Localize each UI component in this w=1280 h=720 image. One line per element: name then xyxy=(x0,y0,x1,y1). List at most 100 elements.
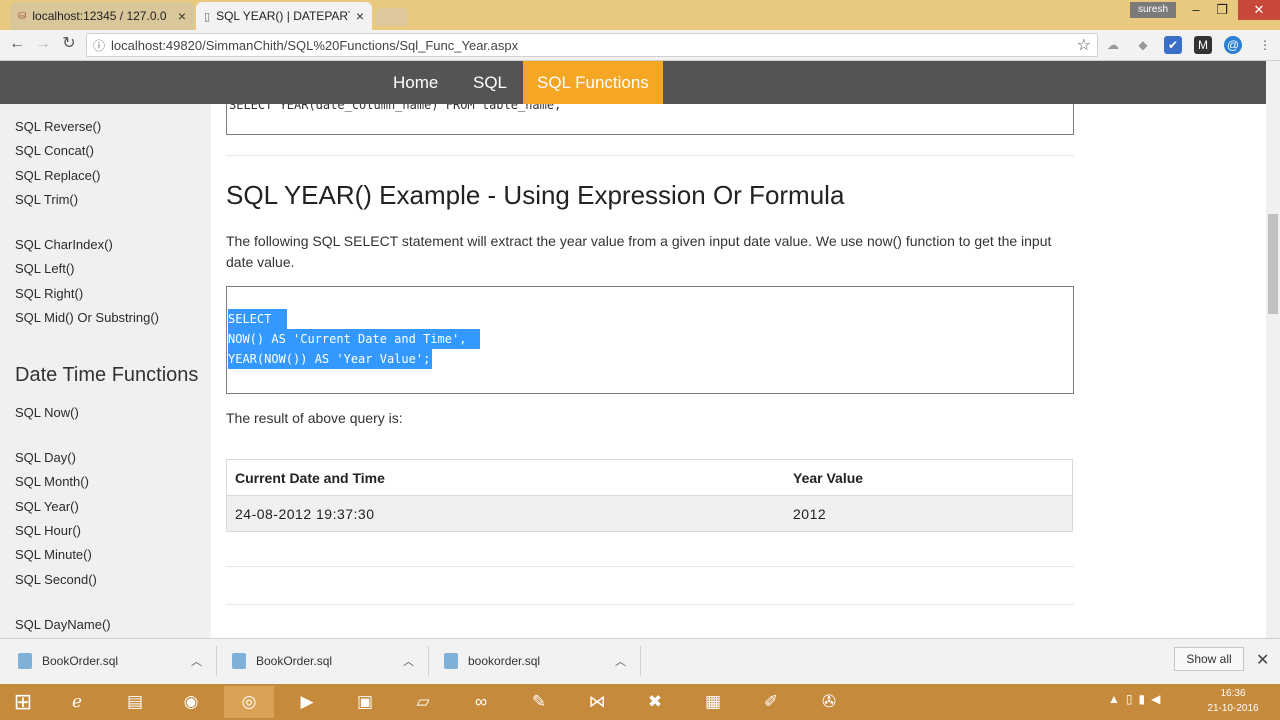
sidebar-link[interactable]: SQL CharIndex() xyxy=(15,237,113,252)
file-icon xyxy=(18,653,32,669)
tab-title: SQL YEAR() | DATEPART( xyxy=(216,9,350,23)
sidebar-link[interactable]: SQL Day() xyxy=(15,450,76,465)
download-item[interactable]: BookOrder.sql ︿ xyxy=(232,646,414,676)
download-filename: bookorder.sql xyxy=(468,654,541,668)
result-intro: The result of above query is: xyxy=(226,410,403,426)
code-line: YEAR(NOW()) AS 'Year Value'; xyxy=(228,349,433,369)
code-line: SELECT xyxy=(228,309,288,329)
firefox-icon[interactable]: ◉ xyxy=(166,686,216,718)
syntax-code-box: SELECT YEAR(date_column_name) FROM table… xyxy=(226,104,1074,135)
sidebar-link[interactable]: SQL Year() xyxy=(15,499,79,514)
table-row: 24-08-2012 19:37:30 2012 xyxy=(227,496,1072,531)
paint-icon[interactable]: ✐ xyxy=(746,686,796,718)
sidebar-link[interactable]: SQL DayName() xyxy=(15,617,111,632)
example-code-box[interactable]: SELECT NOW() AS 'Current Date and Time',… xyxy=(226,286,1074,394)
window-app-icon[interactable]: ▦ xyxy=(688,686,738,718)
scrollbar-thumb[interactable] xyxy=(1268,214,1278,314)
address-bar[interactable]: ⓘ localhost:49820/SimmanChith/SQL%20Func… xyxy=(86,33,1098,57)
extension-icon[interactable]: M xyxy=(1194,36,1212,54)
file-icon xyxy=(232,653,246,669)
page-icon: ▯ xyxy=(204,10,211,23)
divider xyxy=(216,646,217,676)
reload-icon[interactable]: ↻ xyxy=(58,33,80,55)
system-tray-icons[interactable]: ▲▯▮◀ xyxy=(1108,692,1166,706)
main-content: SELECT YEAR(date_column_name) FROM table… xyxy=(211,104,1266,638)
forward-arrow-icon[interactable]: → xyxy=(32,33,54,55)
taskbar-clock[interactable]: 16:36 21-10-2016 xyxy=(1198,686,1268,716)
description-text: The following SQL SELECT statement will … xyxy=(226,233,1052,270)
sidebar-heading: Date Time Functions xyxy=(15,364,199,386)
sidebar-link[interactable]: SQL Mid() Or Substring() xyxy=(15,310,159,325)
command-prompt-icon[interactable]: ▣ xyxy=(340,686,390,718)
divider xyxy=(226,604,1074,605)
new-tab-button[interactable] xyxy=(376,8,408,26)
extension-icon[interactable]: ✔ xyxy=(1164,36,1182,54)
code-line: SELECT YEAR(date_column_name) FROM table… xyxy=(229,104,562,112)
file-explorer-icon[interactable]: ▤ xyxy=(110,686,160,718)
xampp-icon[interactable]: ✖ xyxy=(630,686,680,718)
page-scrollbar[interactable] xyxy=(1266,61,1280,638)
table-cell: 2012 xyxy=(793,505,827,522)
sidebar-link[interactable]: SQL Second() xyxy=(15,572,97,587)
table-header: Current Date and Time xyxy=(235,469,385,486)
sidebar-link[interactable]: SQL Trim() xyxy=(15,192,78,207)
visual-studio-code-icon[interactable]: ∞ xyxy=(456,686,506,718)
close-tab-icon[interactable]: × xyxy=(356,8,364,24)
sidebar-link[interactable]: SQL Replace() xyxy=(15,168,101,183)
extension-icon[interactable]: ☁ xyxy=(1104,36,1122,54)
nav-sql-functions[interactable]: SQL Functions xyxy=(523,61,663,104)
sidebar-link[interactable]: SQL Concat() xyxy=(15,143,94,158)
sidebar-link[interactable]: SQL Left() xyxy=(15,261,74,276)
sidebar-link[interactable]: SQL Right() xyxy=(15,286,83,301)
download-filename: BookOrder.sql xyxy=(42,654,119,668)
menu-icon[interactable]: ⋮ xyxy=(1256,36,1274,54)
nav-sql[interactable]: SQL xyxy=(459,61,521,104)
browser-tab-phpmyadmin[interactable]: ⛁ localhost:12345 / 127.0.0 × xyxy=(10,2,194,30)
result-table: Current Date and Time Year Value 24-08-2… xyxy=(226,459,1073,532)
divider xyxy=(226,155,1074,156)
back-arrow-icon[interactable]: ← xyxy=(6,33,28,55)
download-item[interactable]: bookorder.sql ︿ xyxy=(444,646,626,676)
chrome-icon[interactable]: ◎ xyxy=(224,686,274,718)
download-item[interactable]: BookOrder.sql ︿ xyxy=(18,646,202,676)
sidebar-link[interactable]: SQL Month() xyxy=(15,474,89,489)
browser-tab-active[interactable]: ▯ SQL YEAR() | DATEPART( × xyxy=(196,2,372,30)
download-filename: BookOrder.sql xyxy=(256,654,333,668)
profile-button[interactable]: suresh xyxy=(1130,2,1177,18)
close-icon[interactable]: ✕ xyxy=(1256,650,1269,670)
sidebar-link[interactable]: SQL Hour() xyxy=(15,523,81,538)
clock-date: 21-10-2016 xyxy=(1207,703,1259,714)
table-cell: 24-08-2012 19:37:30 xyxy=(235,505,375,522)
close-tab-icon[interactable]: × xyxy=(178,8,186,24)
minimize-icon[interactable]: – xyxy=(1182,0,1210,20)
clock-time: 16:36 xyxy=(1220,688,1246,699)
divider xyxy=(428,646,429,676)
extension-icon[interactable]: ◆ xyxy=(1134,36,1152,54)
code-line: NOW() AS 'Current Date and Time', xyxy=(228,329,481,349)
file-icon xyxy=(444,653,458,669)
section-title: SQL YEAR() Example - Using Expression Or… xyxy=(226,180,845,210)
windows-start-icon[interactable]: ⊞ xyxy=(6,686,40,718)
extension-icon[interactable]: @ xyxy=(1224,36,1242,54)
chevron-up-icon[interactable]: ︿ xyxy=(403,653,414,669)
close-window-icon[interactable]: ✕ xyxy=(1238,0,1280,20)
url-text: localhost:49820/SimmanChith/SQL%20Functi… xyxy=(111,37,519,53)
info-icon: ⓘ xyxy=(93,38,106,53)
chevron-up-icon[interactable]: ︿ xyxy=(191,653,202,669)
internet-explorer-icon[interactable]: ℯ xyxy=(52,686,102,718)
divider xyxy=(226,566,1074,567)
sql-tool-icon[interactable]: ✎ xyxy=(514,686,564,718)
nav-home[interactable]: Home xyxy=(379,61,452,104)
bookmark-star-icon[interactable]: ☆ xyxy=(1077,35,1091,55)
sidebar-link[interactable]: SQL Now() xyxy=(15,405,79,420)
visual-studio-icon[interactable]: ⋈ xyxy=(572,686,622,718)
notepad-icon[interactable]: ▱ xyxy=(398,686,448,718)
sidebar-link[interactable]: SQL Minute() xyxy=(15,547,92,562)
show-all-button[interactable]: Show all xyxy=(1174,647,1244,671)
media-player-icon[interactable]: ▶ xyxy=(282,686,332,718)
sidebar-link[interactable]: SQL Reverse() xyxy=(15,119,101,134)
divider xyxy=(640,646,641,676)
maximize-icon[interactable]: ❐ xyxy=(1208,0,1236,20)
video-editor-icon[interactable]: ✇ xyxy=(804,686,854,718)
chevron-up-icon[interactable]: ︿ xyxy=(615,653,626,669)
